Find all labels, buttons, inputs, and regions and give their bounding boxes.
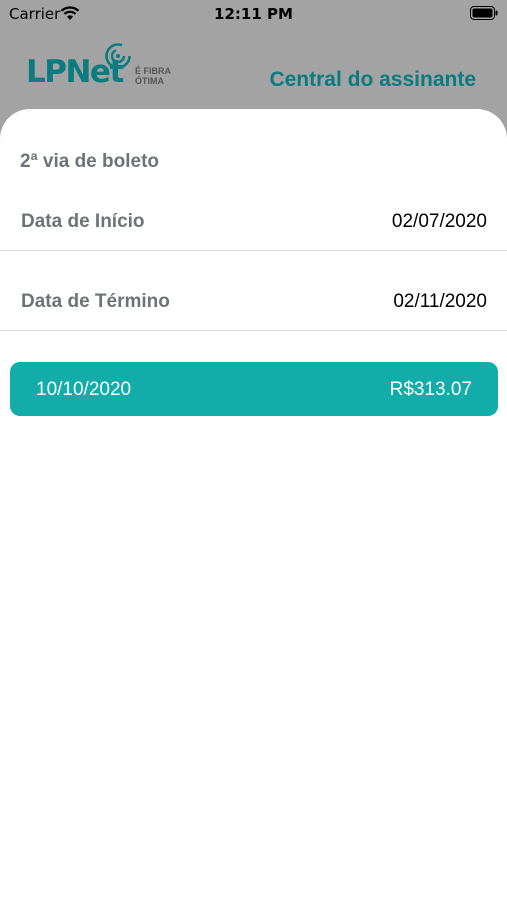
end-date-value[interactable]: 02/11/2020 <box>393 291 487 313</box>
signal-swirl-icon <box>105 43 131 69</box>
boleto-amount: R$313.07 <box>389 379 472 400</box>
clock: 12:11 PM <box>214 5 293 23</box>
start-date-row[interactable]: Data de Início 02/07/2020 <box>0 191 507 251</box>
end-date-row[interactable]: Data de Término 02/11/2020 <box>0 271 507 331</box>
bottom-sheet: 2ª via de boleto Data de Início 02/07/20… <box>0 109 507 900</box>
boleto-item[interactable]: 10/10/2020 R$313.07 <box>10 362 498 416</box>
end-date-label: Data de Término <box>21 291 170 312</box>
lpnet-logo: LPNet É FIBRA ÓTIMA <box>26 42 186 90</box>
start-date-label: Data de Início <box>21 211 145 232</box>
start-date-value[interactable]: 02/07/2020 <box>392 211 487 233</box>
battery-icon <box>470 6 498 20</box>
status-bar: Carrier 12:11 PM <box>0 0 507 28</box>
boleto-date: 10/10/2020 <box>36 379 132 400</box>
logo-tagline: É FIBRA ÓTIMA <box>135 66 171 86</box>
header-title: Central do assinante <box>269 68 476 91</box>
sheet-title: 2ª via de boleto <box>20 151 160 172</box>
app-header: LPNet É FIBRA ÓTIMA Central do assinante <box>0 28 507 108</box>
